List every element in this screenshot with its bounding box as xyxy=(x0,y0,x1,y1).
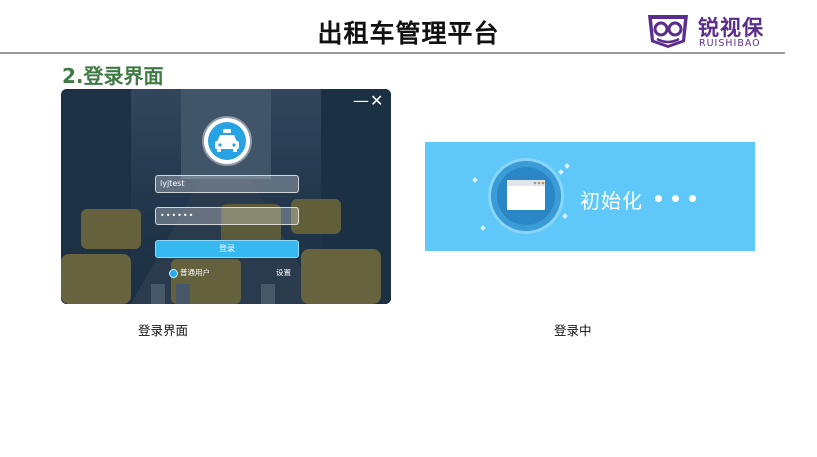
section-title: 2.登录界面 xyxy=(62,64,164,88)
taxi-icon xyxy=(215,129,239,152)
caption-login-screen: 登录界面 xyxy=(138,323,189,338)
user-type-label: 普通用户 xyxy=(180,268,210,277)
username-input[interactable]: lyjtest xyxy=(155,175,299,193)
brand-emblem-icon xyxy=(648,15,688,48)
user-type-radio[interactable] xyxy=(169,269,178,278)
header-divider xyxy=(0,52,785,54)
login-window: — ✕ lyjtest •••••• 登录 普通用户 设置 xyxy=(61,89,391,304)
loading-dot xyxy=(689,195,696,202)
minimize-button[interactable]: — xyxy=(353,93,369,109)
initializing-text: 初始化 xyxy=(580,189,643,213)
close-button[interactable]: ✕ xyxy=(370,93,383,109)
initializing-panel: 初始化 xyxy=(425,142,755,251)
brand-name-en: RUISHIBAO xyxy=(699,38,761,49)
brand-logo: 锐视保 RUISHIBAO xyxy=(645,12,785,50)
loading-dot xyxy=(672,195,679,202)
loading-dot xyxy=(655,195,662,202)
window-icon xyxy=(507,180,545,210)
settings-link[interactable]: 设置 xyxy=(276,267,291,278)
caption-logging-in: 登录中 xyxy=(554,323,592,338)
taxi-logo xyxy=(204,118,250,164)
init-circle xyxy=(491,161,561,231)
password-input[interactable]: •••••• xyxy=(155,207,299,225)
login-button[interactable]: 登录 xyxy=(155,240,299,258)
